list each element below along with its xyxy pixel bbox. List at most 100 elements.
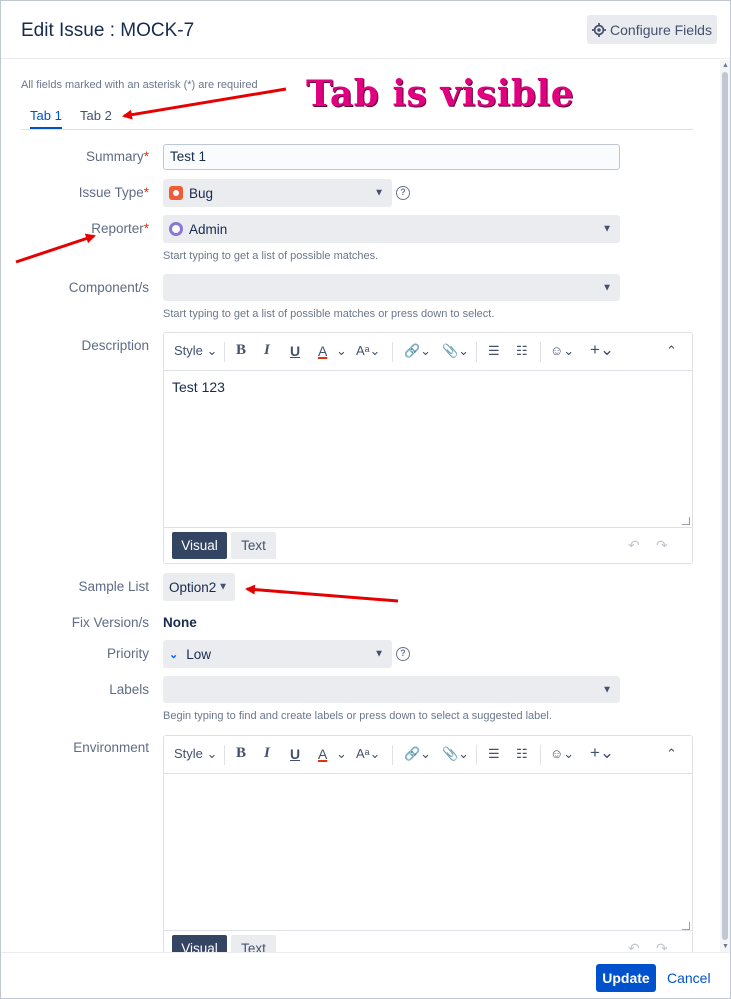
environment-label: Environment <box>73 740 149 755</box>
italic-button[interactable]: I <box>264 745 270 762</box>
text-mode-button[interactable]: Text <box>231 935 276 952</box>
sample-list-value: Option2 <box>169 579 217 595</box>
description-mode-bar: Visual Text ↶ ↷ <box>164 527 692 563</box>
issue-type-select[interactable]: Bug ▼ <box>163 179 392 207</box>
link-icon[interactable]: 🔗⌄ <box>404 343 431 359</box>
emoji-icon[interactable]: ☺⌄ <box>550 343 574 359</box>
text-color-button[interactable]: A <box>318 746 327 762</box>
attachment-icon[interactable]: 📎⌄ <box>442 746 469 762</box>
chevron-down-icon: ⌄ <box>336 746 347 761</box>
dialog-title: Edit Issue : MOCK-7 <box>21 20 195 41</box>
resize-handle[interactable] <box>682 517 690 525</box>
configure-fields-label: Configure Fields <box>610 21 712 38</box>
fix-versions-value: None <box>163 615 197 630</box>
reporter-help: Start typing to get a list of possible m… <box>163 250 379 262</box>
chevron-down-icon: ▼ <box>374 648 384 660</box>
text-mode-button[interactable]: Text <box>231 532 276 559</box>
italic-button[interactable]: I <box>264 342 270 359</box>
required-note: All fields marked with an asterisk (*) a… <box>21 79 258 91</box>
scrollbar-thumb[interactable] <box>722 72 728 940</box>
reporter-value: Admin <box>189 221 228 237</box>
attachment-icon[interactable]: 📎⌄ <box>442 343 469 359</box>
emoji-icon[interactable]: ☺⌄ <box>550 746 574 762</box>
update-button[interactable]: Update <box>596 964 656 992</box>
tab-2[interactable]: Tab 2 <box>80 108 112 127</box>
chevron-down-icon: ▼ <box>374 187 384 199</box>
components-help: Start typing to get a list of possible m… <box>163 308 495 320</box>
numbered-list-icon[interactable]: ☷ <box>516 746 528 762</box>
underline-button[interactable]: U <box>290 343 300 359</box>
bullet-list-icon[interactable]: ☰ <box>488 746 500 762</box>
bold-button[interactable]: B <box>236 342 246 359</box>
text-effects-icon[interactable]: Aᵃ⌄ <box>356 746 380 762</box>
priority-select[interactable]: ⌄ Low ▼ <box>163 640 392 668</box>
summary-input[interactable]: Test 1 <box>163 144 620 170</box>
environment-body[interactable] <box>164 774 692 930</box>
style-dropdown[interactable]: Style ⌄ <box>174 746 217 762</box>
chevron-down-icon: ⌄ <box>336 343 347 358</box>
avatar <box>169 222 183 236</box>
dialog-header: Edit Issue : MOCK-7 Configure Fields <box>1 1 730 59</box>
collapse-toolbar-icon[interactable]: ⌃ <box>666 746 677 762</box>
underline-button[interactable]: U <box>290 746 300 762</box>
redo-icon[interactable]: ↷ <box>656 537 668 554</box>
sample-list-label: Sample List <box>78 579 149 594</box>
gear-icon <box>592 22 607 37</box>
form-scroll-area: All fields marked with an asterisk (*) a… <box>1 60 730 952</box>
visual-mode-button[interactable]: Visual <box>172 935 227 952</box>
text-color-button[interactable]: A <box>318 343 327 359</box>
scrollbar[interactable]: ▲ ▼ <box>720 60 730 952</box>
link-icon[interactable]: 🔗⌄ <box>404 746 431 762</box>
priority-value: Low <box>186 646 211 662</box>
issue-type-value: Bug <box>189 185 214 201</box>
insert-more-icon[interactable]: +⌄ <box>590 743 614 763</box>
sample-list-select[interactable]: Option2 ▼ <box>163 573 235 601</box>
bold-button[interactable]: B <box>236 745 246 762</box>
redo-icon[interactable]: ↷ <box>656 940 668 952</box>
help-icon[interactable]: ? <box>396 186 410 200</box>
collapse-toolbar-icon[interactable]: ⌃ <box>666 343 677 359</box>
bullet-list-icon[interactable]: ☰ <box>488 343 500 359</box>
annotation-text: Tab is visible <box>306 73 575 115</box>
reporter-label: Reporter* <box>91 221 149 236</box>
visual-mode-button[interactable]: Visual <box>172 532 227 559</box>
reporter-select[interactable]: Admin ▼ <box>163 215 620 243</box>
components-label: Component/s <box>68 280 149 295</box>
resize-handle[interactable] <box>682 922 690 930</box>
environment-editor: Style ⌄ B I U A ⌄ Aᵃ⌄ 🔗⌄ 📎⌄ ☰ ☷ ☺⌄ +⌄ ⌃ <box>163 735 693 952</box>
environment-mode-bar: Visual Text ↶ ↷ <box>164 930 692 952</box>
description-toolbar: Style ⌄ B I U A ⌄ Aᵃ⌄ 🔗⌄ 📎⌄ ☰ ☷ ☺⌄ +⌄ ⌃ <box>164 333 692 371</box>
undo-icon[interactable]: ↶ <box>628 537 640 554</box>
insert-more-icon[interactable]: +⌄ <box>590 340 614 360</box>
dialog-footer: Update Cancel <box>1 952 730 998</box>
summary-label: Summary* <box>85 149 149 164</box>
priority-label: Priority <box>106 646 149 661</box>
chevron-down-icon: ▼ <box>602 282 612 293</box>
environment-toolbar: Style ⌄ B I U A ⌄ Aᵃ⌄ 🔗⌄ 📎⌄ ☰ ☷ ☺⌄ +⌄ ⌃ <box>164 736 692 774</box>
labels-label: Labels <box>109 682 149 697</box>
edit-issue-dialog: Edit Issue : MOCK-7 Configure Fields All… <box>0 0 731 999</box>
text-effects-icon[interactable]: Aᵃ⌄ <box>356 343 380 359</box>
help-icon[interactable]: ? <box>396 647 410 661</box>
cancel-link[interactable]: Cancel <box>667 970 711 986</box>
chevron-down-icon: ▼ <box>602 223 612 235</box>
description-label: Description <box>81 338 149 353</box>
numbered-list-icon[interactable]: ☷ <box>516 343 528 359</box>
issue-type-label: Issue Type* <box>78 185 149 200</box>
chevron-down-icon: ▼ <box>218 581 228 593</box>
style-dropdown[interactable]: Style ⌄ <box>174 343 217 359</box>
priority-low-icon: ⌄ <box>169 648 179 661</box>
labels-help: Begin typing to find and create labels o… <box>163 710 552 722</box>
undo-icon[interactable]: ↶ <box>628 940 640 952</box>
chevron-down-icon: ▼ <box>602 684 612 695</box>
description-editor: Style ⌄ B I U A ⌄ Aᵃ⌄ 🔗⌄ 📎⌄ ☰ ☷ ☺⌄ +⌄ ⌃ … <box>163 332 693 564</box>
bug-icon <box>169 186 183 200</box>
scroll-up-icon[interactable]: ▲ <box>722 62 729 69</box>
components-select[interactable]: ▼ <box>163 274 620 301</box>
tab-1[interactable]: Tab 1 <box>30 108 62 129</box>
configure-fields-button[interactable]: Configure Fields <box>587 15 717 44</box>
description-body[interactable]: Test 123 <box>164 371 692 527</box>
labels-select[interactable]: ▼ <box>163 676 620 703</box>
scroll-down-icon[interactable]: ▼ <box>722 943 729 950</box>
fix-versions-label: Fix Version/s <box>71 615 149 630</box>
